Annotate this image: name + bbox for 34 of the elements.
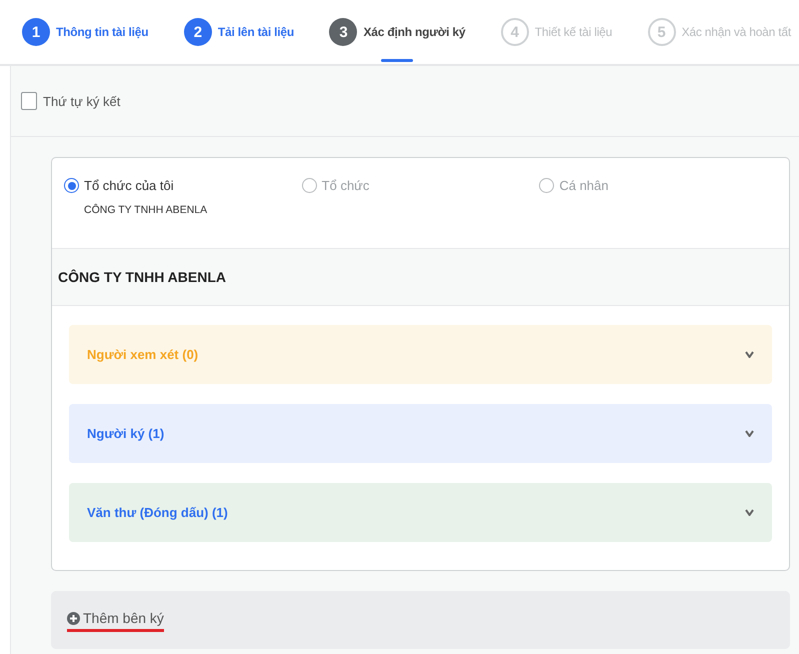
plus-circle-icon	[67, 612, 80, 624]
step-number: 3	[329, 18, 358, 46]
role-accordion[interactable]: Văn thư (Đóng dấu) (1)	[69, 483, 772, 542]
role-label: Người xem xét (0)	[87, 347, 198, 362]
organization-name: CÔNG TY TNHH ABENLA	[84, 204, 208, 216]
step-number: 4	[500, 18, 529, 46]
step-tab[interactable]: 2 Tải lên tài liệu	[184, 0, 294, 64]
step-tab[interactable]: 3 Xác định người ký	[329, 0, 466, 64]
organization-title: CÔNG TY TNHH ABENLA	[58, 269, 226, 285]
role-label: Người ký (1)	[87, 426, 164, 441]
radio-button[interactable]	[302, 178, 317, 193]
radio-button[interactable]	[539, 178, 554, 193]
radio-button[interactable]	[64, 178, 79, 193]
checkbox[interactable]	[21, 92, 37, 110]
step-label: Thông tin tài liệu	[56, 25, 148, 39]
step-tab[interactable]: 1 Thông tin tài liệu	[22, 0, 148, 64]
checkbox-label: Thứ tự ký kết	[43, 94, 120, 108]
step-label: Thiết kế tài liệu	[534, 25, 612, 39]
active-indicator	[381, 59, 414, 62]
radio-label: Tổ chức	[322, 178, 370, 193]
role-accordion[interactable]: Người ký (1)	[69, 404, 772, 463]
step-label: Xác định người ký	[363, 25, 466, 39]
add-party-link[interactable]: Thêm bên ký	[67, 608, 164, 632]
radio-label: Cá nhân	[559, 178, 608, 193]
chevron-icon	[745, 430, 754, 437]
chevron-icon	[745, 351, 754, 358]
radio-label: Tổ chức của tôi	[84, 178, 174, 193]
step-number: 5	[648, 18, 676, 46]
step-number: 1	[22, 18, 50, 46]
step-label: Xác nhận và hoàn tất	[682, 25, 791, 39]
chevron-icon	[745, 509, 754, 516]
step-label: Tải lên tài liệu	[218, 25, 294, 39]
step-number: 2	[184, 18, 212, 46]
role-label: Văn thư (Đóng dấu) (1)	[87, 505, 228, 520]
